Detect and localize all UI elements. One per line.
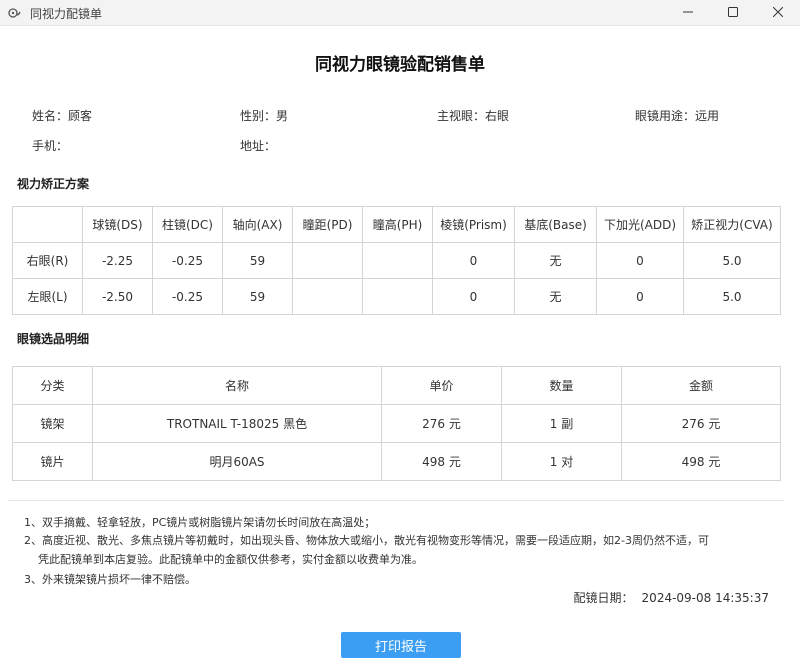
dominant-eye-value: 右眼: [485, 109, 510, 123]
usage-value: 远用: [695, 109, 720, 123]
note-item: 1、双手摘戴、轻拿轻放，PC镜片或树脂镜片架请勿长时间放在高温处；: [24, 516, 376, 529]
vision-cell: 5.0: [683, 278, 781, 315]
vision-cell: [292, 242, 363, 279]
product-price-cell: 276 元: [381, 404, 502, 443]
vision-cell: 59: [222, 242, 293, 279]
vision-cell: 0: [596, 242, 684, 279]
product-amount-cell: 498 元: [621, 442, 781, 481]
vision-cell: 0: [596, 278, 684, 315]
dominant-eye-label: 主视眼：: [437, 109, 486, 123]
products-header-cell: 分类: [12, 366, 93, 405]
maximize-icon: [728, 6, 738, 20]
minimize-icon: [683, 6, 693, 20]
vision-header-cell: 基底(Base): [514, 206, 597, 243]
maximize-button[interactable]: [711, 0, 755, 26]
product-name-cell: TROTNAIL T-18025 黑色: [92, 404, 382, 443]
eye-label-cell: 右眼(R): [12, 242, 83, 279]
fitting-date: 配镜日期： 2024-09-08 14:35:37: [574, 589, 769, 606]
vision-header-cell: 下加光(ADD): [596, 206, 684, 243]
products-section-title: 眼镜选品明细: [17, 332, 90, 346]
document-title: 同视力眼镜验配销售单: [315, 55, 485, 75]
vision-header-cell: 棱镜(Prism): [432, 206, 515, 243]
window-title: 同视力配镜单: [30, 7, 103, 21]
vision-cell: 无: [514, 278, 597, 315]
close-icon: [772, 6, 784, 20]
table-row: 镜架 TROTNAIL T-18025 黑色 276 元 1 副 276 元: [12, 404, 781, 443]
phone-label: 手机：: [32, 139, 69, 153]
customer-dominant-eye: 主视眼：右眼: [437, 107, 509, 124]
products-table: 分类 名称 单价 数量 金额 镜架 TROTNAIL T-18025 黑色 27…: [12, 366, 781, 481]
divider: [8, 500, 784, 501]
vision-cell: -2.50: [82, 278, 153, 315]
vision-cell: 0: [432, 242, 515, 279]
name-value: 顾客: [68, 109, 93, 123]
customer-gender: 性别：男: [240, 107, 288, 124]
table-row: 左眼(L) -2.50 -0.25 59 0 无 0 5.0: [12, 278, 781, 315]
product-category-cell: 镜片: [12, 442, 93, 481]
title-bar: 同视力配镜单: [0, 0, 800, 26]
customer-name: 姓名：顾客: [32, 107, 92, 124]
vision-cell: -2.25: [82, 242, 153, 279]
eye-label-cell: 左眼(L): [12, 278, 83, 315]
minimize-button[interactable]: [666, 0, 710, 26]
products-header-row: 分类 名称 单价 数量 金额: [12, 366, 781, 405]
product-qty-cell: 1 对: [501, 442, 622, 481]
vision-cell: [292, 278, 363, 315]
vision-cell: -0.25: [152, 242, 223, 279]
product-amount-cell: 276 元: [621, 404, 781, 443]
close-button[interactable]: [756, 0, 800, 26]
table-row: 右眼(R) -2.25 -0.25 59 0 无 0 5.0: [12, 242, 781, 279]
vision-cell: 5.0: [683, 242, 781, 279]
app-icon: [8, 6, 22, 20]
date-label: 配镜日期：: [573, 591, 634, 605]
products-header-cell: 名称: [92, 366, 382, 405]
vision-header-cell: 球镜(DS): [82, 206, 153, 243]
vision-cell: [362, 242, 433, 279]
customer-phone: 手机：: [32, 137, 68, 154]
note-item: 3、外来镜架镜片损坏一律不赔偿。: [24, 573, 196, 586]
vision-cell: 无: [514, 242, 597, 279]
vision-cell: 0: [432, 278, 515, 315]
gender-label: 性别：: [240, 109, 277, 123]
vision-header-cell: 瞳高(PH): [362, 206, 433, 243]
note-item: 凭此配镜单到本店复验。此配镜单中的金额仅供参考，实付金额以收费单为准。: [38, 553, 423, 566]
vision-cell: [362, 278, 433, 315]
table-row: 镜片 明月60AS 498 元 1 对 498 元: [12, 442, 781, 481]
product-qty-cell: 1 副: [501, 404, 622, 443]
vision-table: 球镜(DS) 柱镜(DC) 轴向(AX) 瞳距(PD) 瞳高(PH) 棱镜(Pr…: [12, 206, 781, 315]
products-header-cell: 数量: [501, 366, 622, 405]
products-header-cell: 单价: [381, 366, 502, 405]
print-report-button[interactable]: 打印报告: [341, 632, 461, 658]
address-label: 地址：: [240, 139, 277, 153]
name-label: 姓名：: [32, 109, 69, 123]
product-name-cell: 明月60AS: [92, 442, 382, 481]
products-header-cell: 金额: [621, 366, 781, 405]
vision-header-cell: 轴向(AX): [222, 206, 293, 243]
vision-header-row: 球镜(DS) 柱镜(DC) 轴向(AX) 瞳距(PD) 瞳高(PH) 棱镜(Pr…: [12, 206, 781, 243]
customer-usage: 眼镜用途：远用: [635, 107, 719, 124]
date-value: 2024-09-08 14:35:37: [641, 591, 769, 605]
product-price-cell: 498 元: [381, 442, 502, 481]
vision-cell: -0.25: [152, 278, 223, 315]
customer-address: 地址：: [240, 137, 276, 154]
vision-cell: 59: [222, 278, 293, 315]
product-category-cell: 镜架: [12, 404, 93, 443]
usage-label: 眼镜用途：: [635, 109, 696, 123]
vision-section-title: 视力矫正方案: [17, 177, 90, 191]
gender-value: 男: [276, 109, 289, 123]
vision-header-cell: 瞳距(PD): [292, 206, 363, 243]
note-item: 2、高度近视、散光、多焦点镜片等初戴时，如出现头昏、物体放大或缩小，散光有视物变…: [24, 534, 709, 547]
vision-header-cell: 柱镜(DC): [152, 206, 223, 243]
vision-header-cell: [12, 206, 83, 243]
vision-header-cell: 矫正视力(CVA): [683, 206, 781, 243]
